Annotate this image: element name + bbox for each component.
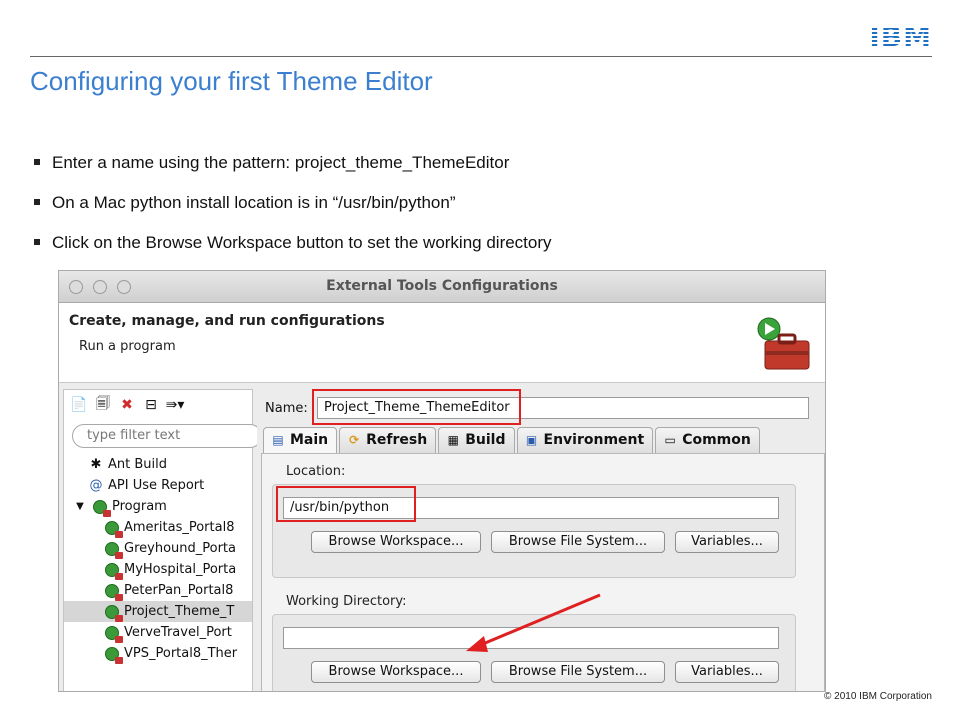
- ant-icon: ✱: [90, 457, 102, 472]
- working-directory-input[interactable]: [283, 627, 779, 649]
- header-rule: [30, 56, 932, 57]
- bullet-square-icon: [34, 199, 40, 205]
- tree-item-config[interactable]: Greyhound_Porta: [64, 538, 252, 559]
- copyright-text: © 2010 IBM Corporation: [824, 691, 932, 702]
- configuration-tree-pane: 📄 🗐 ✖ ⊟ ⇛▾ type filter text ✱ Ant Build @…: [63, 389, 262, 691]
- new-configuration-icon[interactable]: 📄: [70, 396, 88, 414]
- environment-icon: ▣: [525, 433, 538, 447]
- duplicate-configuration-icon[interactable]: 🗐: [94, 396, 112, 414]
- program-icon: [92, 499, 111, 517]
- variables-button[interactable]: Variables...: [675, 531, 779, 553]
- bullet-text: Enter a name using the pattern: project_…: [52, 153, 510, 172]
- bullet-list: Enter a name using the pattern: project_…: [30, 152, 552, 272]
- tab-main[interactable]: ▤ Main: [263, 427, 338, 453]
- slide-title: Configuring your first Theme Editor: [30, 66, 433, 96]
- tab-common[interactable]: ▭ Common: [655, 427, 760, 453]
- launch-config-icon: [104, 583, 123, 601]
- build-icon: ▦: [447, 433, 459, 447]
- working-directory-label: Working Directory:: [286, 594, 407, 609]
- name-highlight-box: [312, 389, 521, 425]
- filter-input[interactable]: type filter text: [72, 424, 262, 448]
- location-label: Location:: [286, 464, 346, 479]
- bullet-square-icon: [34, 159, 40, 165]
- tree-item-ant-build[interactable]: ✱ Ant Build: [64, 454, 252, 475]
- main-tab-icon: ▤: [272, 433, 284, 447]
- tab-environment[interactable]: ▣ Environment: [516, 427, 654, 453]
- location-highlight-box: [276, 486, 416, 522]
- browse-workspace-button[interactable]: Browse Workspace...: [311, 661, 481, 683]
- expand-triangle-icon[interactable]: ▼: [72, 499, 88, 515]
- configuration-editor-pane: Name: Project_Theme_ThemeEditor ▤ Main ⟳ R…: [257, 389, 825, 691]
- external-tools-window: External Tools Configurations Create, ma…: [58, 270, 826, 692]
- tree-item-config[interactable]: VerveTravel_Port: [64, 622, 252, 643]
- bullet-item: On a Mac python install location is in “…: [30, 192, 552, 232]
- tab-refresh[interactable]: ⟳ Refresh: [339, 427, 437, 453]
- configuration-tree: ✱ Ant Build @ API Use Report ▼ Program Amer…: [64, 454, 252, 664]
- bullet-item: Click on the Browse Workspace button to …: [30, 232, 552, 272]
- launch-config-icon: [104, 520, 123, 538]
- api-report-icon: @: [89, 478, 103, 493]
- launch-config-icon: [104, 625, 123, 643]
- variables-button[interactable]: Variables...: [675, 661, 779, 683]
- delete-configuration-icon[interactable]: ✖: [118, 396, 136, 414]
- config-tabs: ▤ Main ⟳ Refresh ▦ Build ▣ Environment ▭ Comm…: [263, 427, 760, 453]
- bullet-square-icon: [34, 239, 40, 245]
- dialog-header: Create, manage, and run configurations R…: [59, 303, 825, 383]
- tree-item-config-selected[interactable]: Project_Theme_T: [64, 601, 252, 622]
- window-titlebar: External Tools Configurations: [59, 271, 825, 303]
- bullet-text: Click on the Browse Workspace button to …: [52, 233, 552, 252]
- launch-config-icon: [104, 646, 123, 664]
- filter-menu-icon[interactable]: ⇛▾: [166, 396, 185, 414]
- window-title: External Tools Configurations: [326, 278, 558, 294]
- launch-config-icon: [104, 541, 123, 559]
- external-tools-toolbox-icon: [757, 317, 810, 370]
- working-directory-group: Browse Workspace... Browse File System..…: [272, 614, 796, 691]
- common-icon: ▭: [664, 433, 676, 447]
- tree-item-config[interactable]: MyHospital_Porta: [64, 559, 252, 580]
- bullet-item: Enter a name using the pattern: project_…: [30, 152, 552, 192]
- browse-file-system-button[interactable]: Browse File System...: [491, 531, 665, 553]
- collapse-all-icon[interactable]: ⊟: [142, 396, 160, 414]
- tab-build[interactable]: ▦ Build: [438, 427, 515, 453]
- tree-item-api-use-report[interactable]: @ API Use Report: [64, 475, 252, 496]
- tree-item-config[interactable]: Ameritas_Portal8: [64, 517, 252, 538]
- dialog-header-subtitle: Run a program: [79, 339, 176, 354]
- name-label: Name:: [265, 401, 308, 416]
- launch-config-icon: [104, 604, 123, 622]
- tree-item-config[interactable]: VPS_Portal8_Ther: [64, 643, 252, 664]
- refresh-icon: ⟳: [349, 433, 360, 447]
- tree-toolbar: 📄 🗐 ✖ ⊟ ⇛▾: [64, 390, 252, 420]
- browse-workspace-button[interactable]: Browse Workspace...: [311, 531, 481, 553]
- launch-config-icon: [104, 562, 123, 580]
- ibm-logo: IBM: [869, 20, 932, 53]
- tree-item-config[interactable]: PeterPan_Portal8: [64, 580, 252, 601]
- browse-file-system-button[interactable]: Browse File System...: [491, 661, 665, 683]
- bullet-text: On a Mac python install location is in “…: [52, 193, 456, 212]
- tree-item-program[interactable]: ▼ Program: [64, 496, 252, 517]
- dialog-header-title: Create, manage, and run configurations: [69, 313, 385, 329]
